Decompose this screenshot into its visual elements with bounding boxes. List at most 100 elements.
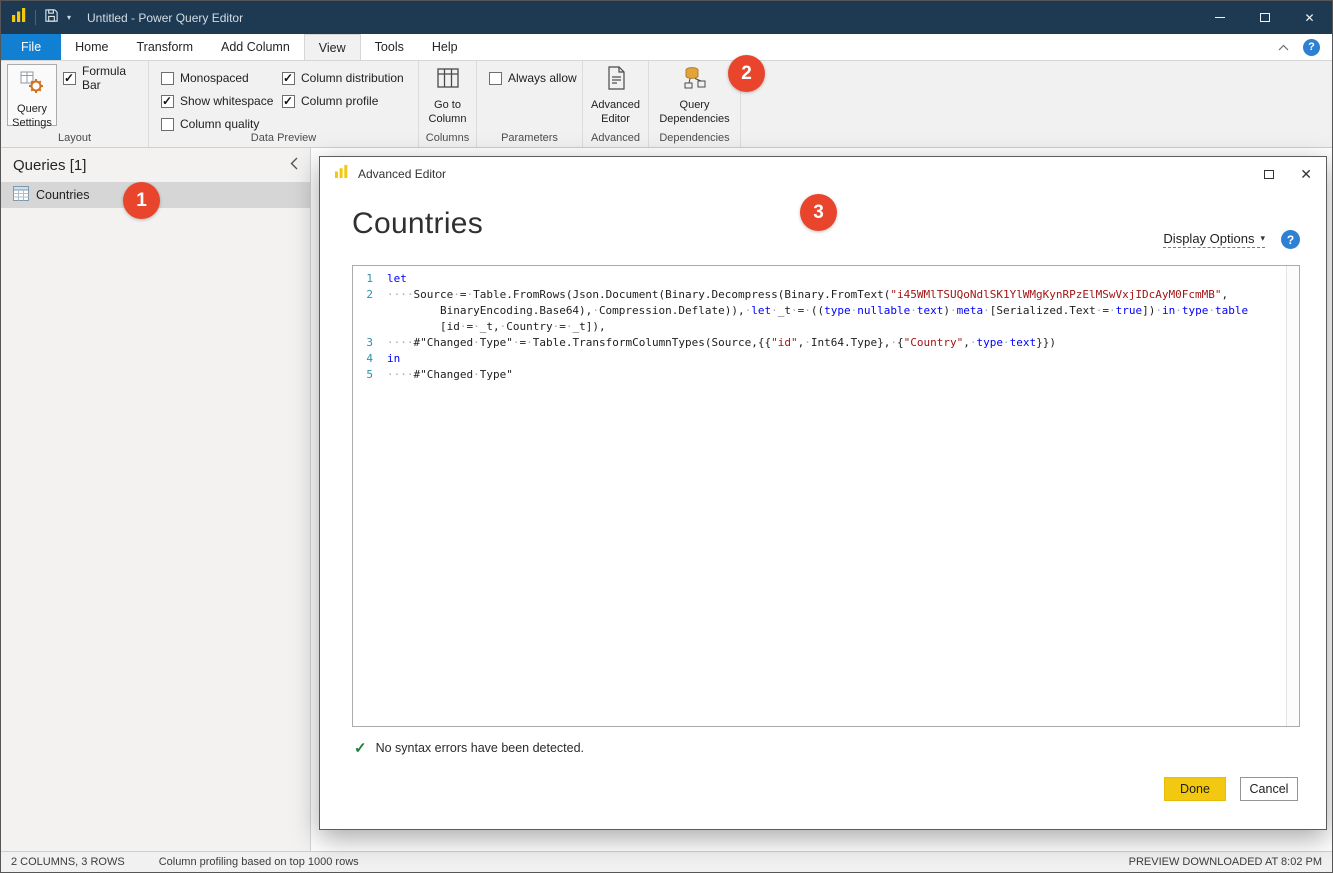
code-row: 5····#"Changed·Type" <box>353 367 1299 383</box>
always-allow-checkbox-label: Always allow <box>508 71 577 85</box>
advanced-editor-dialog: Advanced Editor ✕ Countries Display Opti… <box>319 156 1327 830</box>
collapse-ribbon-chevron-icon[interactable] <box>1278 38 1289 56</box>
maximize-button[interactable] <box>1242 1 1287 34</box>
tab-file[interactable]: File <box>1 34 61 60</box>
tab-help[interactable]: Help <box>418 34 472 60</box>
titlebar-divider <box>35 10 36 25</box>
check-icon: ✓ <box>354 739 367 757</box>
ribbon-group-advanced: Advanced Editor Advanced <box>583 61 649 147</box>
power-bi-logo-icon <box>11 7 27 28</box>
collapse-pane-chevron-icon[interactable] <box>290 157 298 174</box>
group-label-layout: Layout <box>1 132 148 144</box>
go-to-column-icon <box>435 65 461 96</box>
close-button[interactable]: ✕ <box>1287 1 1332 34</box>
checkbox-monospaced[interactable]: Monospaced <box>161 70 273 86</box>
show-whitespace-checkbox-box <box>161 95 174 108</box>
minimize-button[interactable] <box>1197 1 1242 34</box>
code-editor[interactable]: 1let2····Source·=·Table.FromRows(Json.Do… <box>352 265 1300 727</box>
tab-transform[interactable]: Transform <box>123 34 208 60</box>
group-label-data-preview: Data Preview <box>149 132 418 144</box>
ribbon-group-columns: Go to Column Columns <box>419 61 477 147</box>
table-icon <box>13 186 29 204</box>
ribbon-empty-space <box>741 61 1332 147</box>
dialog-query-name: Countries <box>352 207 483 241</box>
display-options-dropdown[interactable]: Display Options ▾ <box>1163 231 1265 248</box>
annotation-badge-2: 2 <box>728 55 765 92</box>
query-dependencies-button[interactable]: Query Dependencies <box>649 61 740 126</box>
status-bar: 2 COLUMNS, 3 ROWS Column profiling based… <box>1 851 1332 872</box>
monospaced-checkbox-box <box>161 72 174 85</box>
ribbon-group-parameters: Always allow Parameters <box>477 61 583 147</box>
checkbox-always-allow[interactable]: Always allow <box>489 70 577 86</box>
code-row: BinaryEncoding.Base64),·Compression.Defl… <box>353 303 1299 319</box>
tab-view[interactable]: View <box>304 34 361 60</box>
title-bar: ▾ Untitled - Power Query Editor ✕ <box>1 1 1332 34</box>
advanced-editor-label: Advanced Editor <box>583 99 648 127</box>
power-query-editor-window: ▾ Untitled - Power Query Editor ✕ File H… <box>0 0 1333 873</box>
status-preview-downloaded: PREVIEW DOWNLOADED AT 8:02 PM <box>1129 856 1322 868</box>
tab-add-column[interactable]: Add Column <box>207 34 304 60</box>
go-to-column-button[interactable]: Go to Column <box>419 61 476 126</box>
status-columns-rows: 2 COLUMNS, 3 ROWS <box>11 856 125 868</box>
queries-pane: Queries [1] Countries <box>1 148 311 851</box>
checkbox-formula-bar[interactable]: Formula Bar <box>63 70 148 86</box>
code-row: 3····#"Changed·Type"·=·Table.TransformCo… <box>353 335 1299 351</box>
ribbon-help-icon[interactable]: ? <box>1303 39 1320 56</box>
column-profile-checkbox-label: Column profile <box>301 94 378 108</box>
code-row: 4in <box>353 351 1299 367</box>
window-title: Untitled - Power Query Editor <box>87 11 243 25</box>
group-label-columns: Columns <box>419 132 476 144</box>
checkbox-column-quality[interactable]: Column quality <box>161 116 273 132</box>
ribbon-group-layout: Query Settings Formula Bar Layout <box>1 61 149 147</box>
save-button[interactable] <box>44 8 59 28</box>
group-label-advanced: Advanced <box>583 132 648 144</box>
dialog-help-icon[interactable]: ? <box>1281 230 1300 249</box>
show-whitespace-checkbox-label: Show whitespace <box>180 94 273 108</box>
syntax-status-text: No syntax errors have been detected. <box>376 741 584 755</box>
group-label-dependencies: Dependencies <box>649 132 740 144</box>
cancel-button[interactable]: Cancel <box>1240 777 1298 801</box>
dialog-close-button[interactable]: ✕ <box>1300 166 1312 183</box>
done-button[interactable]: Done <box>1164 777 1226 801</box>
query-dependencies-icon <box>682 65 708 96</box>
code-row: 1let <box>353 271 1299 287</box>
advanced-editor-button[interactable]: Advanced Editor <box>583 61 648 126</box>
ribbon-group-data-preview: Monospaced Show whitespace Column qualit… <box>149 61 419 147</box>
go-to-column-label: Go to Column <box>419 99 476 127</box>
column-distribution-checkbox-label: Column distribution <box>301 71 404 85</box>
dialog-title: Advanced Editor <box>358 167 446 181</box>
checkbox-show-whitespace[interactable]: Show whitespace <box>161 93 273 109</box>
tab-tools[interactable]: Tools <box>361 34 418 60</box>
column-quality-checkbox-label: Column quality <box>180 117 259 131</box>
always-allow-checkbox-box <box>489 72 502 85</box>
queries-pane-title: Queries [1] <box>13 157 86 174</box>
column-distribution-checkbox-box <box>282 72 295 85</box>
syntax-status-row: ✓ No syntax errors have been detected. <box>354 739 584 757</box>
checkbox-column-distribution[interactable]: Column distribution <box>282 70 404 86</box>
formula-bar-checkbox-box <box>63 72 76 85</box>
query-settings-button[interactable]: Query Settings <box>7 64 57 126</box>
power-bi-logo-icon <box>334 164 349 184</box>
code-lines: 1let2····Source·=·Table.FromRows(Json.Do… <box>353 266 1299 383</box>
formula-bar-checkbox-label: Formula Bar <box>82 64 148 92</box>
tab-home[interactable]: Home <box>61 34 122 60</box>
vertical-scrollbar[interactable] <box>1286 266 1299 726</box>
monospaced-checkbox-label: Monospaced <box>180 71 249 85</box>
annotation-badge-1: 1 <box>123 182 160 219</box>
dialog-title-bar: Advanced Editor ✕ <box>320 157 1326 191</box>
annotation-badge-3: 3 <box>800 194 837 231</box>
code-row: 2····Source·=·Table.FromRows(Json.Docume… <box>353 287 1299 303</box>
column-quality-checkbox-box <box>161 118 174 131</box>
ribbon: Query Settings Formula Bar Layout Monosp… <box>1 60 1332 148</box>
column-profile-checkbox-box <box>282 95 295 108</box>
query-settings-icon <box>19 69 45 100</box>
save-dropdown-caret-icon[interactable]: ▾ <box>67 13 71 22</box>
query-item-label: Countries <box>36 188 90 202</box>
chevron-down-icon: ▾ <box>1260 233 1265 244</box>
status-profiling-note: Column profiling based on top 1000 rows <box>159 856 359 868</box>
checkbox-column-profile[interactable]: Column profile <box>282 93 404 109</box>
group-label-parameters: Parameters <box>477 132 582 144</box>
code-row: [id·=·_t,·Country·=·_t]), <box>353 319 1299 335</box>
dialog-maximize-button[interactable] <box>1264 170 1274 179</box>
display-options-label: Display Options <box>1163 231 1254 246</box>
